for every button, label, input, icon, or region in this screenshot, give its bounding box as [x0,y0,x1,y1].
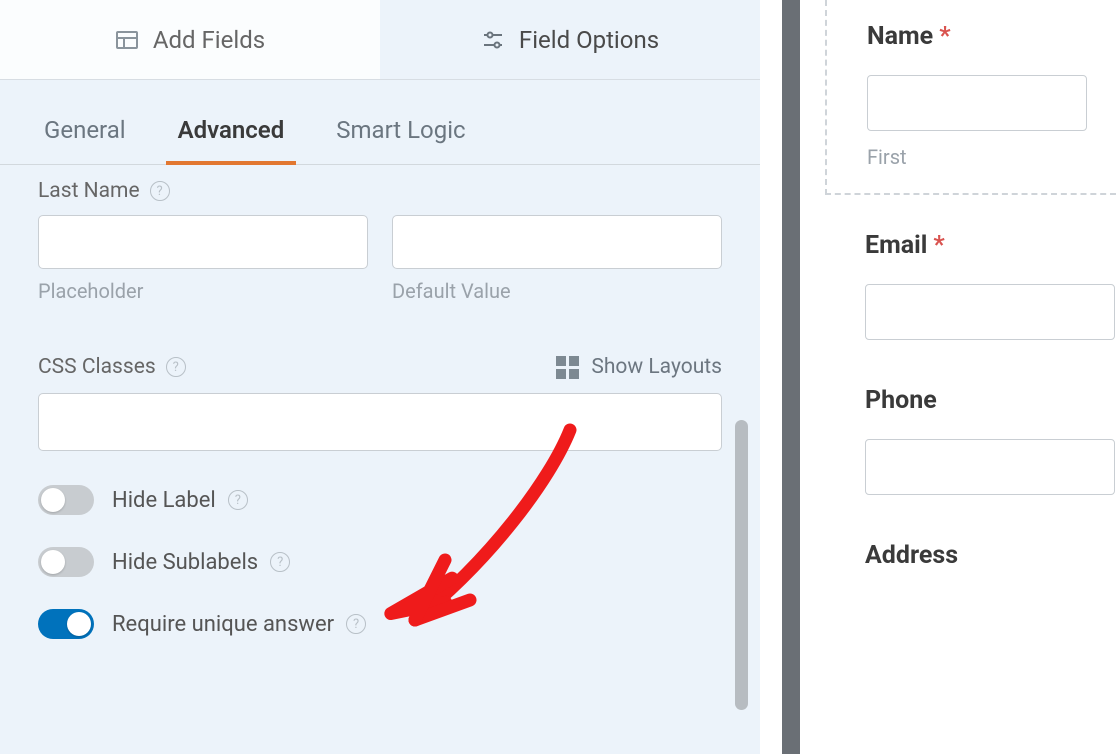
sliders-icon [481,28,505,52]
default-caption: Default Value [392,279,722,303]
help-icon[interactable]: ? [228,490,248,510]
preview-email-field[interactable]: Email* [825,231,1116,340]
tab-add-fields-label: Add Fields [153,26,265,54]
help-icon[interactable]: ? [150,181,170,201]
require-unique-row: Require unique answer? [38,609,722,639]
phone-input[interactable] [865,439,1115,495]
required-asterisk: * [933,231,944,260]
email-input[interactable] [865,284,1115,340]
hide-sublabels-toggle[interactable] [38,547,94,577]
required-asterisk: * [939,22,950,51]
name-first-input[interactable] [867,75,1087,131]
hide-label-toggle[interactable] [38,485,94,515]
last-name-label: Last Name ? [38,179,722,203]
css-classes-input[interactable] [38,393,722,451]
last-name-default-input[interactable] [392,215,722,269]
grid-icon [556,356,579,379]
placeholder-caption: Placeholder [38,279,368,303]
preview-phone-field[interactable]: Phone [825,386,1116,495]
hide-sublabels-row: Hide Sublabels? [38,547,722,577]
css-classes-section: CSS Classes ? Show Layouts [0,341,760,451]
tab-field-options[interactable]: Field Options [380,0,760,79]
top-tabs: Add Fields Field Options [0,0,760,80]
toggles-section: Hide Label? Hide Sublabels? Require uniq… [0,485,760,639]
subtab-general[interactable]: General [38,106,132,164]
tab-field-options-label: Field Options [519,26,659,54]
hide-label-row: Hide Label? [38,485,722,515]
last-name-placeholder-input[interactable] [38,215,368,269]
require-unique-toggle[interactable] [38,609,94,639]
name-first-sublabel: First [867,145,1116,169]
add-fields-icon [115,28,139,52]
css-classes-label: CSS Classes [38,355,156,379]
field-options-panel: Add Fields Field Options General Advance… [0,0,760,754]
help-icon[interactable]: ? [270,552,290,572]
last-name-section: Last Name ? Placeholder Default Value [0,165,760,303]
preview-address-field[interactable]: Address [825,541,1116,570]
subtab-advanced[interactable]: Advanced [172,106,291,164]
tab-add-fields[interactable]: Add Fields [0,0,380,79]
preview-name-field[interactable]: Name* First [825,0,1116,195]
form-preview: Name* First Email* Phone Address [825,0,1116,754]
sub-tabs: General Advanced Smart Logic [0,106,760,165]
help-icon[interactable]: ? [346,614,366,634]
panel-divider [760,0,800,754]
subtab-smart-logic[interactable]: Smart Logic [330,106,471,164]
show-layouts-button[interactable]: Show Layouts [556,355,722,379]
scrollbar[interactable] [735,420,748,710]
help-icon[interactable]: ? [166,357,186,377]
